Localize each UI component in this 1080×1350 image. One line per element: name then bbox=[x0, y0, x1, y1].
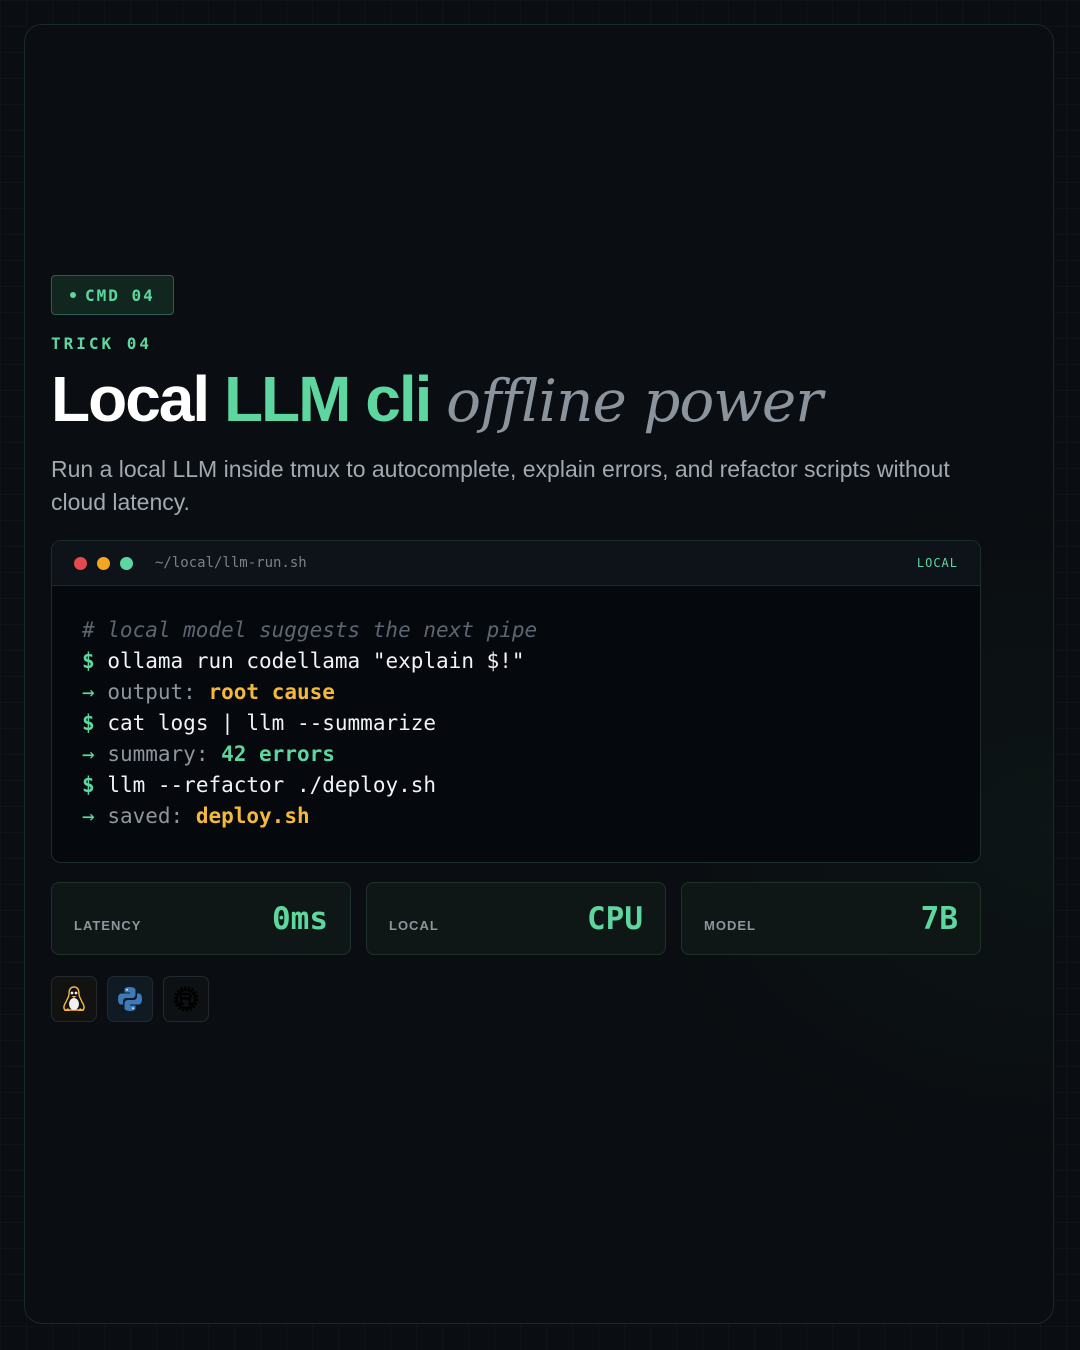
stat-value: CPU bbox=[587, 900, 643, 937]
prompt-symbol: $ bbox=[82, 649, 95, 673]
output-value: root cause bbox=[208, 680, 335, 704]
output-label: saved: bbox=[107, 804, 184, 828]
terminal-line: $ cat logs | llm --summarize bbox=[82, 708, 950, 739]
arrow-icon: → bbox=[82, 742, 95, 766]
stat-label: MODEL bbox=[704, 918, 756, 933]
minimize-dot-icon[interactable] bbox=[97, 556, 110, 570]
stat-card-model: MODEL 7B bbox=[681, 882, 981, 955]
output-value: deploy.sh bbox=[195, 804, 310, 828]
python-icon bbox=[118, 987, 142, 1011]
python-icon bbox=[107, 976, 153, 1022]
rust-icon bbox=[173, 986, 199, 1012]
title-part-offline-power: offline power bbox=[446, 367, 823, 435]
arrow-icon: → bbox=[82, 804, 95, 828]
stat-label: LOCAL bbox=[389, 918, 439, 933]
arrow-icon: → bbox=[82, 680, 95, 704]
output-value: 42 errors bbox=[221, 742, 335, 766]
terminal-line: → summary: 42 errors bbox=[82, 739, 950, 770]
title-part-llm-cli: LLM cli bbox=[223, 363, 432, 435]
stat-value: 0ms bbox=[272, 900, 328, 937]
subtitle: Run a local LLM inside tmux to autocompl… bbox=[51, 456, 950, 515]
output-label: output: bbox=[107, 680, 196, 704]
stats-row: LATENCY 0ms LOCAL CPU MODEL 7B bbox=[51, 882, 981, 955]
tech-icons bbox=[51, 976, 981, 1022]
terminal-line: $ llm --refactor ./deploy.sh bbox=[82, 770, 950, 801]
command-text: cat logs | llm --summarize bbox=[107, 711, 437, 735]
linux-tux-icon bbox=[63, 986, 85, 1011]
command-text: llm --refactor ./deploy.sh bbox=[107, 773, 437, 797]
terminal-titlebar: ~/local/llm-run.sh LOCAL bbox=[52, 541, 980, 586]
page-title: Local LLM cli offline power bbox=[51, 361, 981, 439]
badge-label: CMD 04 bbox=[85, 285, 155, 305]
terminal-line: $ ollama run codellama "explain $!" bbox=[82, 646, 950, 677]
title-part-local: Local bbox=[51, 363, 210, 435]
close-dot-icon[interactable] bbox=[74, 556, 87, 570]
rust-icon bbox=[163, 976, 209, 1022]
terminal-line: → saved: deploy.sh bbox=[82, 801, 950, 832]
window-controls bbox=[74, 556, 133, 570]
main-content: CMD 04 TRICK 04 Local LLM cli offline po… bbox=[51, 275, 981, 1022]
output-label: summary: bbox=[107, 742, 209, 766]
maximize-dot-icon[interactable] bbox=[120, 556, 133, 570]
stat-value: 7B bbox=[920, 900, 958, 937]
terminal-body: # local model suggests the next pipe $ ol… bbox=[52, 586, 980, 832]
prompt-symbol: $ bbox=[82, 773, 95, 797]
eyebrow-label: TRICK 04 bbox=[51, 334, 153, 353]
cmd-badge: CMD 04 bbox=[51, 275, 174, 315]
command-text: ollama run codellama "explain $!" bbox=[107, 649, 525, 673]
stat-label: LATENCY bbox=[74, 918, 142, 933]
terminal-window: ~/local/llm-run.sh LOCAL # local model s… bbox=[51, 540, 981, 863]
terminal-comment: # local model suggests the next pipe bbox=[82, 618, 538, 642]
linux-tux-icon bbox=[51, 976, 97, 1022]
badge-dot-icon bbox=[70, 292, 76, 298]
prompt-symbol: $ bbox=[82, 711, 95, 735]
terminal-mode-tag: LOCAL bbox=[916, 556, 958, 570]
stat-card-local: LOCAL CPU bbox=[366, 882, 666, 955]
terminal-file-path: ~/local/llm-run.sh bbox=[155, 555, 307, 571]
terminal-line: → output: root cause bbox=[82, 677, 950, 708]
stat-card-latency: LATENCY 0ms bbox=[51, 882, 351, 955]
